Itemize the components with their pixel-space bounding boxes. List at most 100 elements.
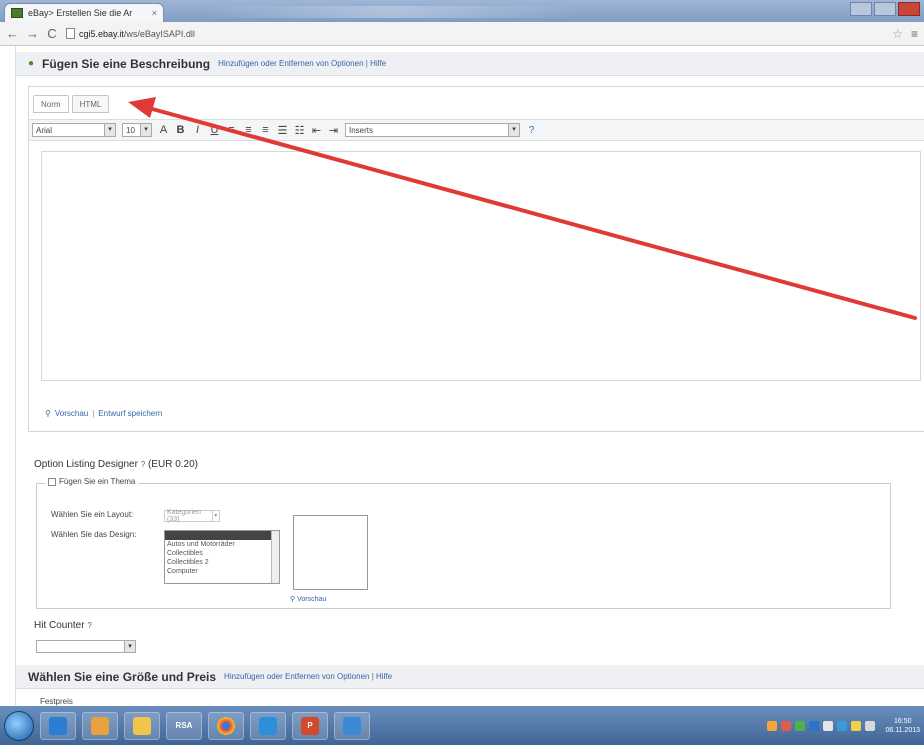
tab-html[interactable]: HTML bbox=[71, 95, 110, 113]
menu-icon[interactable]: ≡ bbox=[911, 27, 918, 41]
theme-legend: Fügen Sie ein Thema bbox=[45, 477, 139, 486]
taskbar-outlook[interactable] bbox=[82, 711, 118, 740]
back-icon[interactable]: ← bbox=[6, 26, 19, 41]
bold-icon[interactable]: B bbox=[175, 124, 186, 136]
editor-footer: ⚲ Vorschau | Entwurf speichern bbox=[45, 409, 162, 418]
align-right-icon[interactable]: ≡ bbox=[260, 124, 271, 136]
bullet-list-icon[interactable]: ☷ bbox=[294, 124, 305, 137]
taskbar-clock[interactable]: 16:50 06.11.2013 bbox=[885, 717, 920, 735]
help-icon[interactable]: ? bbox=[526, 125, 537, 136]
address-bar[interactable]: cgi5.ebay.it/ws/eBayISAPI.dll bbox=[66, 25, 884, 43]
taskbar-powerpoint[interactable]: P bbox=[292, 711, 328, 740]
help-link[interactable]: Hilfe bbox=[370, 59, 386, 68]
numbered-list-icon[interactable]: ☰ bbox=[277, 124, 288, 137]
tray-icon[interactable] bbox=[837, 720, 848, 731]
url-path: /ws/eBayISAPI.dll bbox=[123, 28, 195, 39]
url-host: cgi5.ebay.it bbox=[79, 28, 124, 39]
listing-designer-title: Option Listing Designer bbox=[34, 459, 138, 470]
layout-value: Kategorien (33) bbox=[167, 509, 201, 523]
outdent-icon[interactable]: ⇤ bbox=[311, 124, 322, 137]
taskbar-chrome[interactable] bbox=[208, 711, 244, 740]
maximize-button[interactable] bbox=[874, 2, 896, 16]
design-option[interactable]: Collectibles 2 bbox=[165, 558, 279, 567]
preview-link[interactable]: Vorschau bbox=[55, 409, 88, 418]
system-tray: 16:50 06.11.2013 bbox=[767, 717, 920, 735]
hit-counter-select[interactable]: ▾ bbox=[36, 640, 136, 653]
tray-icon[interactable] bbox=[823, 720, 834, 731]
dropdown-arrow-icon: ▾ bbox=[508, 124, 519, 136]
forward-icon[interactable]: → bbox=[26, 26, 39, 41]
size-price-title: Wählen Sie eine Größe und Preis bbox=[28, 669, 217, 684]
fixed-price-label: Festpreis bbox=[40, 697, 73, 706]
tray-icon[interactable] bbox=[795, 720, 806, 731]
browser-tab[interactable]: eBay> Erstellen Sie die Ar × bbox=[4, 3, 164, 22]
font-select[interactable]: Arial ▾ bbox=[32, 123, 116, 137]
outlook-icon bbox=[91, 716, 109, 735]
listbox-scrollbar[interactable] bbox=[271, 531, 279, 583]
design-option[interactable]: Computer bbox=[165, 567, 279, 576]
tray-icon[interactable] bbox=[851, 720, 862, 731]
dropdown-arrow-icon: ▾ bbox=[211, 511, 219, 521]
size-select[interactable]: 10 ▾ bbox=[122, 123, 152, 137]
editor-toolbar: Arial ▾ 10 ▾ A B I U ≡ ≡ ≡ ☰ ☷ ⇤ ⇥ Inserts… bbox=[29, 119, 924, 141]
reload-icon[interactable]: C bbox=[46, 26, 58, 41]
taskbar-ie[interactable] bbox=[40, 711, 76, 740]
text-color-icon[interactable]: A bbox=[158, 124, 169, 136]
help-link[interactable]: Hilfe bbox=[376, 672, 392, 681]
description-section-header: ● Fügen Sie eine Beschreibung Hinzufügen… bbox=[16, 52, 924, 76]
design-listbox[interactable]: Autos und Motorräder Collectibles Collec… bbox=[164, 530, 280, 584]
tray-icon[interactable] bbox=[767, 720, 778, 731]
tray-icon[interactable] bbox=[809, 720, 820, 731]
align-center-icon[interactable]: ≡ bbox=[243, 124, 254, 136]
app-icon bbox=[343, 716, 361, 735]
editor-tabs: Norm HTML bbox=[33, 95, 110, 113]
options-link[interactable]: Hinzufügen oder Entfernen von Optionen bbox=[218, 59, 363, 68]
ie-icon bbox=[49, 716, 67, 735]
description-editor: Norm HTML Arial ▾ 10 ▾ A B I U ≡ ≡ ≡ ☰ ☷ ⇤… bbox=[28, 86, 924, 432]
layout-select[interactable]: Kategorien (33) ▾ bbox=[164, 509, 220, 523]
design-preview-link[interactable]: ⚲ Vorschau bbox=[290, 595, 326, 603]
ebay-favicon-icon bbox=[11, 8, 23, 18]
taskbar-rsa[interactable]: RSA bbox=[166, 711, 202, 740]
theme-fieldset: Fügen Sie ein Thema Wählen Sie ein Layou… bbox=[36, 477, 891, 609]
design-option[interactable]: Collectibles bbox=[165, 549, 279, 558]
tab-norm[interactable]: Norm bbox=[33, 95, 69, 113]
folder-icon bbox=[133, 716, 151, 735]
underline-icon[interactable]: U bbox=[209, 124, 220, 136]
info-icon[interactable]: ? bbox=[141, 460, 145, 469]
taskbar-app[interactable] bbox=[250, 711, 286, 740]
powerpoint-icon: P bbox=[301, 716, 319, 735]
browser-tabstrip: eBay> Erstellen Sie die Ar × bbox=[0, 0, 924, 22]
design-option[interactable]: Autos und Motorräder bbox=[165, 540, 279, 549]
bookmark-star-icon[interactable]: ☆ bbox=[892, 27, 903, 41]
browser-navbar: ← → C cgi5.ebay.it/ws/eBayISAPI.dll ☆ ≡ bbox=[0, 22, 924, 46]
description-textarea[interactable] bbox=[41, 151, 921, 381]
rsa-label: RSA bbox=[175, 721, 193, 730]
app-icon bbox=[259, 716, 277, 735]
start-button[interactable] bbox=[4, 710, 34, 741]
dropdown-arrow-icon: ▾ bbox=[140, 124, 151, 136]
taskbar-explorer[interactable] bbox=[124, 711, 160, 740]
align-left-icon[interactable]: ≡ bbox=[226, 124, 237, 136]
indent-icon[interactable]: ⇥ bbox=[328, 124, 339, 137]
minimize-button[interactable] bbox=[850, 2, 872, 16]
footer-separator: | bbox=[92, 409, 95, 418]
dropdown-arrow-icon: ▾ bbox=[104, 124, 115, 136]
theme-checkbox[interactable] bbox=[48, 477, 56, 486]
design-option[interactable] bbox=[165, 531, 279, 540]
volume-icon[interactable] bbox=[865, 720, 876, 731]
tab-title: eBay> Erstellen Sie die Ar bbox=[28, 8, 133, 18]
info-icon[interactable]: ? bbox=[87, 621, 91, 630]
options-link[interactable]: Hinzufügen oder Entfernen von Optionen bbox=[224, 672, 369, 681]
save-draft-link[interactable]: Entwurf speichern bbox=[98, 409, 162, 418]
taskbar-app[interactable] bbox=[334, 711, 370, 740]
window-controls bbox=[850, 2, 920, 16]
inserts-select[interactable]: Inserts ▾ bbox=[345, 123, 520, 137]
clock-date: 06.11.2013 bbox=[885, 726, 920, 734]
italic-icon[interactable]: I bbox=[192, 124, 203, 136]
tab-close-icon[interactable]: × bbox=[152, 8, 157, 18]
close-window-button[interactable] bbox=[898, 2, 920, 16]
tray-icon[interactable] bbox=[781, 720, 792, 731]
page-icon bbox=[66, 28, 75, 39]
design-label: Wählen Sie das Design: bbox=[51, 530, 137, 539]
